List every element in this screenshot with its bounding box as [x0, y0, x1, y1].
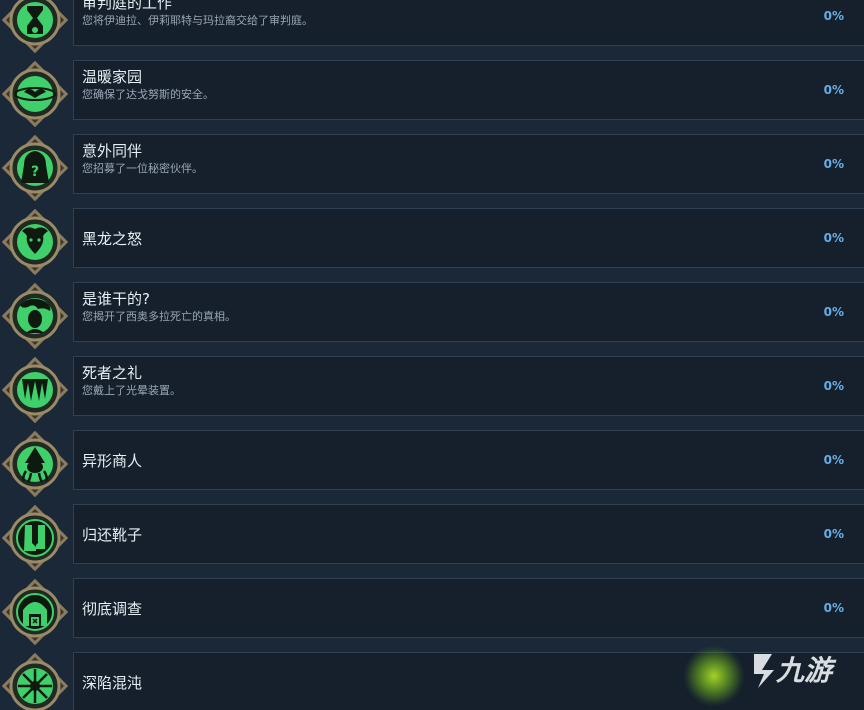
achievement-description: 您揭开了西奥多拉死亡的真相。 [82, 310, 236, 323]
achievement-row[interactable]: 是谁干的? 您揭开了西奥多拉死亡的真相。 0% [0, 282, 864, 356]
achievement-card: 意外同伴 您招募了一位秘密伙伴。 0% [73, 134, 864, 194]
unlock-percent: 0% [823, 453, 844, 467]
unlock-percent: 0% [823, 9, 844, 23]
unlock-percent: 0% [823, 601, 844, 615]
achievement-title: 是谁干的? [82, 290, 150, 308]
achievement-row[interactable]: 审判庭的工作 您将伊迪拉、伊莉耶特与玛拉裔交给了审判庭。 0% [0, 0, 864, 60]
dragon-face-icon [2, 209, 68, 275]
watermark: 九游 [684, 640, 864, 710]
achievement-card: 黑龙之怒 0% [73, 208, 864, 268]
achievement-row[interactable]: 异形商人 0% [0, 430, 864, 504]
watermark-text: 九游 [776, 654, 833, 687]
achievement-row[interactable]: 死者之礼 您戴上了光晕装置。 0% [0, 356, 864, 430]
achievement-description: 您戴上了光晕装置。 [82, 384, 181, 397]
achievement-card: 温暖家园 您确保了达戈努斯的安全。 0% [73, 60, 864, 120]
achievement-list-screen: 审判庭的工作 您将伊迪拉、伊莉耶特与玛拉裔交给了审判庭。 0% 温暖家园 您确保… [0, 0, 864, 710]
tentacle-merchant-icon [2, 431, 68, 497]
achievement-title: 死者之礼 [82, 364, 143, 382]
unlock-percent: 0% [823, 83, 844, 97]
achievement-title: 意外同伴 [82, 142, 143, 160]
chaos-star-icon [2, 653, 68, 710]
fangs-icon [2, 357, 68, 423]
achievement-title: 彻底调查 [82, 600, 143, 618]
achievement-card: 是谁干的? 您揭开了西奥多拉死亡的真相。 0% [73, 282, 864, 342]
achievement-card: 审判庭的工作 您将伊迪拉、伊莉耶特与玛拉裔交给了审判庭。 0% [73, 0, 864, 46]
achievement-title: 审判庭的工作 [82, 0, 173, 12]
unlock-percent: 0% [823, 379, 844, 393]
achievement-description: 您招募了一位秘密伙伴。 [82, 162, 203, 175]
unlock-percent: 0% [823, 305, 844, 319]
unlock-percent: 0% [823, 527, 844, 541]
archway-icon [2, 579, 68, 645]
achievement-title: 异形商人 [82, 452, 143, 470]
jiuyou-logo-icon [754, 654, 774, 688]
unlock-percent: 0% [823, 231, 844, 245]
achievement-title: 黑龙之怒 [82, 230, 143, 248]
achievement-card: 归还靴子 0% [73, 504, 864, 564]
unlock-percent: 0% [823, 157, 844, 171]
achievement-card: 异形商人 0% [73, 430, 864, 490]
achievement-description: 您将伊迪拉、伊莉耶特与玛拉裔交给了审判庭。 [82, 14, 313, 27]
achievement-title: 归还靴子 [82, 526, 143, 544]
achievement-description: 您确保了达戈努斯的安全。 [82, 88, 214, 101]
boots-icon [2, 505, 68, 571]
svg-text:?: ? [31, 164, 39, 180]
achievement-card: 死者之礼 您戴上了光晕装置。 0% [73, 356, 864, 416]
achievement-row[interactable]: 归还靴子 0% [0, 504, 864, 578]
hourglass-skull-icon [2, 0, 68, 53]
achievement-row[interactable]: ? 意外同伴 您招募了一位秘密伙伴。 0% [0, 134, 864, 208]
hooded-question-icon: ? [2, 135, 68, 201]
bat-planet-icon [2, 61, 68, 127]
achievement-row[interactable]: 黑龙之怒 0% [0, 208, 864, 282]
achievement-row[interactable]: 温暖家园 您确保了达戈努斯的安全。 0% [0, 60, 864, 134]
achievement-title: 深陷混沌 [82, 674, 143, 692]
woman-portrait-icon [2, 283, 68, 349]
achievement-card: 彻底调查 0% [73, 578, 864, 638]
achievement-title: 温暖家园 [82, 68, 143, 86]
glow-decoration [684, 646, 744, 706]
